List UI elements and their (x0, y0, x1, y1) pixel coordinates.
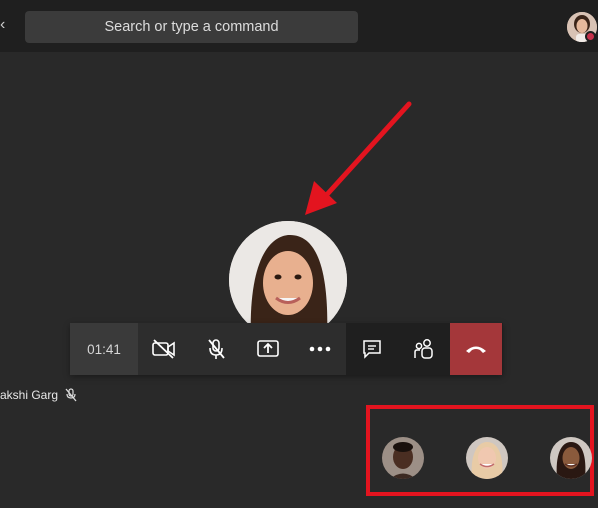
mic-muted-icon (65, 388, 77, 402)
participant-avatar (466, 437, 508, 479)
share-screen-button[interactable] (242, 323, 294, 375)
call-controls-bar: 01:41 (70, 323, 503, 375)
participants-icon (414, 339, 433, 359)
media-controls (138, 323, 346, 375)
presence-status-badge (585, 31, 596, 42)
participant-name: akshi Garg (0, 388, 59, 402)
participant-avatar (382, 437, 424, 479)
share-screen-icon (257, 340, 279, 357)
search-box[interactable]: Search or type a command (25, 11, 358, 43)
participants-button[interactable] (398, 323, 450, 375)
call-timer: 01:41 (70, 323, 138, 375)
participant-tile-2[interactable] (466, 437, 508, 479)
hang-up-icon (466, 346, 486, 353)
chat-icon (363, 340, 381, 359)
search-placeholder: Search or type a command (104, 19, 279, 35)
participant-tile-3[interactable] (550, 437, 592, 479)
back-icon[interactable]: ‹ (0, 16, 5, 34)
participant-tile-1[interactable] (382, 437, 424, 479)
participant-avatar (550, 437, 592, 479)
mic-muted-icon (208, 339, 225, 359)
more-options-icon (309, 346, 331, 352)
hang-up-button[interactable] (450, 323, 502, 375)
mic-toggle-button[interactable] (190, 323, 242, 375)
camera-toggle-button[interactable] (138, 323, 190, 375)
call-duration: 01:41 (87, 341, 121, 357)
chat-button[interactable] (346, 323, 398, 375)
top-bar: ‹ Search or type a command (0, 0, 598, 53)
camera-off-icon (152, 339, 175, 359)
speaker-avatar (229, 221, 347, 339)
more-options-button[interactable] (294, 323, 346, 375)
participant-name-tag: akshi Garg (0, 388, 78, 402)
